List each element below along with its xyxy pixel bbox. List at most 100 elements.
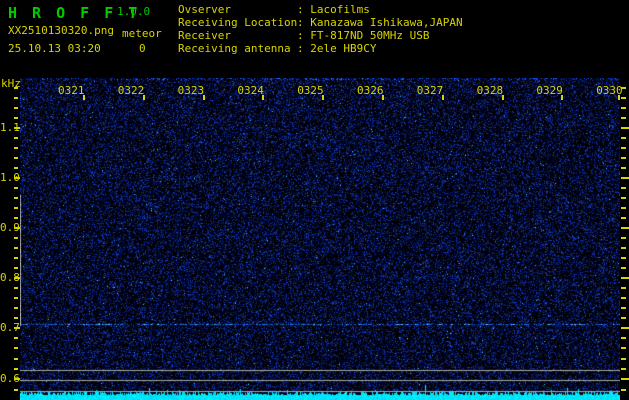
freq-minor-tick-right xyxy=(621,257,626,259)
freq-major-tick-left xyxy=(14,378,20,380)
freq-minor-tick-left xyxy=(14,107,18,109)
freq-minor-tick-right xyxy=(621,297,626,299)
time-tick-label: 0328 xyxy=(476,84,504,97)
time-tick-label: 0321 xyxy=(58,84,85,97)
freq-minor-tick-left xyxy=(14,307,18,309)
freq-tick-label: 0.8 xyxy=(0,271,20,284)
time-tick-label: 0323 xyxy=(177,84,205,97)
freq-minor-tick-right xyxy=(621,317,626,319)
time-minute-tick xyxy=(502,95,504,100)
freq-minor-tick-right xyxy=(621,107,626,109)
freq-minor-tick-left xyxy=(14,347,18,349)
freq-minor-tick-right xyxy=(621,97,626,99)
freq-minor-tick-right xyxy=(621,207,626,209)
station-info-row: Ovserver: Lacofilms xyxy=(178,3,463,16)
freq-minor-tick-left xyxy=(14,297,18,299)
freq-minor-tick-right xyxy=(621,287,626,289)
freq-tick-label: 1.0 xyxy=(0,171,20,184)
freq-tick-label: 0.6 xyxy=(0,372,20,385)
freq-minor-tick-left xyxy=(14,187,18,189)
freq-minor-tick-left xyxy=(14,257,18,259)
freq-minor-tick-left xyxy=(14,137,18,139)
freq-minor-tick-right xyxy=(621,137,626,139)
time-minute-tick xyxy=(322,95,324,100)
spectrogram-canvas xyxy=(20,78,620,400)
freq-minor-tick-right xyxy=(621,217,626,219)
info-label: Receiving antenna xyxy=(178,42,291,55)
time-tick-label: 0329 xyxy=(536,84,563,97)
freq-major-tick-right xyxy=(621,327,629,329)
freq-minor-tick-right xyxy=(621,307,626,309)
freq-major-tick-left xyxy=(14,127,20,129)
time-tick-label: 0327 xyxy=(416,84,444,97)
freq-minor-tick-right xyxy=(621,237,626,239)
freq-major-tick-right xyxy=(621,127,629,129)
time-tick-label: 0322 xyxy=(117,84,145,97)
station-info-row: Receiving Location: Kanazawa Ishikawa,JA… xyxy=(178,16,463,29)
observation-datetime: 25.10.13 03:20 xyxy=(8,42,101,55)
freq-minor-tick-right xyxy=(621,187,626,189)
freq-minor-tick-left xyxy=(14,197,18,199)
freq-minor-tick-right xyxy=(621,337,626,339)
time-minute-tick xyxy=(561,95,563,100)
freq-minor-tick-right xyxy=(621,157,626,159)
freq-minor-tick-left xyxy=(14,368,18,370)
freq-major-tick-right xyxy=(621,227,629,229)
info-value: 2ele HB9CY xyxy=(310,42,377,55)
freq-minor-tick-left xyxy=(14,267,18,269)
info-separator: : xyxy=(297,42,311,55)
hrofft-window: H R O F F T 1.0.0 XX2510130320.png meteo… xyxy=(0,0,629,400)
freq-major-tick-right xyxy=(621,378,629,380)
freq-major-tick-left xyxy=(14,327,20,329)
info-value: Lacofilms xyxy=(310,3,370,16)
freq-minor-tick-right xyxy=(621,389,626,391)
freq-minor-tick-left xyxy=(14,147,18,149)
time-minute-tick xyxy=(83,95,85,100)
freq-minor-tick-left xyxy=(14,287,18,289)
freq-minor-tick-left xyxy=(14,389,18,391)
freq-minor-tick-left xyxy=(14,237,18,239)
freq-minor-tick-right xyxy=(621,347,626,349)
info-label: Receiver xyxy=(178,29,231,42)
freq-major-tick-right xyxy=(621,277,629,279)
time-tick-label: 0324 xyxy=(237,84,264,97)
freq-minor-tick-left xyxy=(14,207,18,209)
time-minute-tick xyxy=(203,95,205,100)
station-info-table: Ovserver: Lacofilms Receiving Location: K… xyxy=(178,3,463,55)
app-version: 1.0.0 xyxy=(117,5,151,18)
freq-tick-label: 0.7 xyxy=(0,321,20,334)
station-info-row: Receiving antenna: 2ele HB9CY xyxy=(178,42,463,55)
freq-tick-label: 1.1 xyxy=(0,121,20,134)
freq-minor-tick-right xyxy=(621,267,626,269)
info-value: Kanazawa Ishikawa,JAPAN xyxy=(310,16,463,29)
freq-minor-tick-left xyxy=(14,157,18,159)
info-label: Receiving Location xyxy=(178,16,298,29)
time-minute-tick xyxy=(262,95,264,100)
freq-tick-label: 0.9 xyxy=(0,221,20,234)
freq-minor-tick-right xyxy=(621,358,626,360)
time-tick-label: 0326 xyxy=(357,84,384,97)
freq-minor-tick-left xyxy=(14,217,18,219)
info-value: FT-817ND 50MHz USB xyxy=(310,29,430,42)
freq-minor-tick-left xyxy=(14,317,18,319)
time-minute-tick xyxy=(382,95,384,100)
info-label: Ovserver xyxy=(178,3,231,16)
freq-minor-tick-left xyxy=(14,87,18,89)
time-minute-tick xyxy=(143,95,145,100)
freq-minor-tick-left xyxy=(14,247,18,249)
output-filename: XX2510130320.png xyxy=(8,24,114,37)
freq-major-tick-right xyxy=(621,177,629,179)
freq-minor-tick-right xyxy=(621,167,626,169)
echo-count: 0 xyxy=(139,42,146,55)
time-minute-tick xyxy=(442,95,444,100)
info-separator: : xyxy=(297,29,311,42)
info-separator: : xyxy=(297,16,311,29)
freq-minor-tick-right xyxy=(621,197,626,199)
freq-minor-tick-right xyxy=(621,247,626,249)
time-tick-label: 0325 xyxy=(297,84,324,97)
info-separator: : xyxy=(297,3,311,16)
freq-minor-tick-left xyxy=(14,358,18,360)
station-info-row: Receiver: FT-817ND 50MHz USB xyxy=(178,29,463,42)
freq-major-tick-left xyxy=(14,227,20,229)
freq-minor-tick-left xyxy=(14,117,18,119)
